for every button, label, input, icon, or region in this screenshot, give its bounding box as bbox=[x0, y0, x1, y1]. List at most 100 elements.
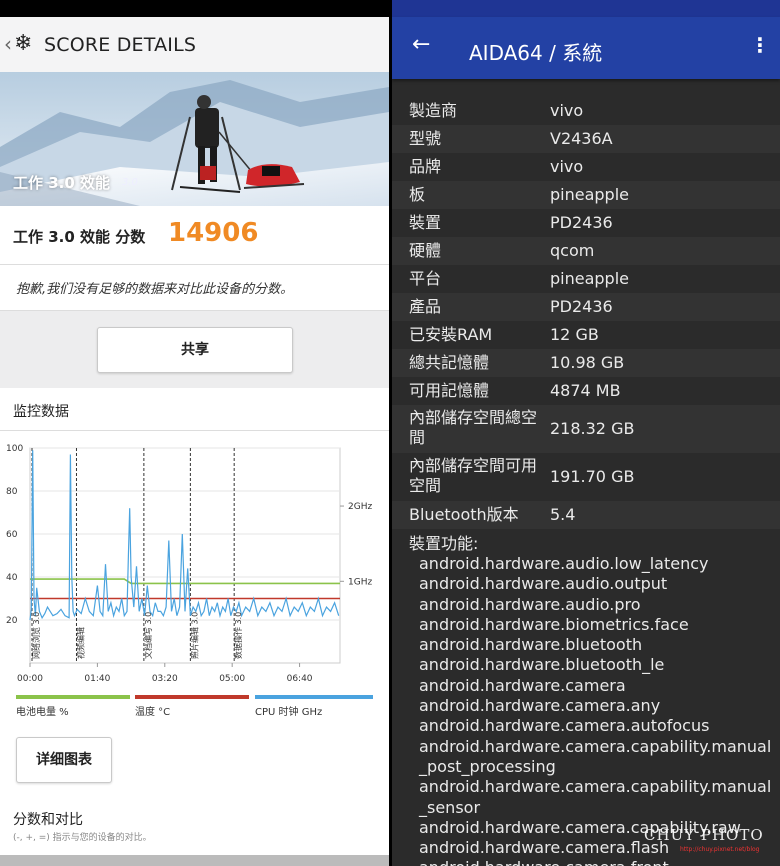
info-value: 5.4 bbox=[550, 505, 576, 524]
section-label: 文档编写 3.0 bbox=[143, 612, 153, 659]
section-label: 视频编辑 bbox=[75, 627, 85, 659]
watermark-url: http://chuy.pixnet.net/blog bbox=[680, 846, 760, 853]
feature-item: android.hardware.camera.any bbox=[419, 696, 661, 716]
info-key: 已安裝RAM bbox=[409, 325, 493, 344]
page-title: SCORE DETAILS bbox=[44, 34, 197, 56]
legend-label: CPU 时钟 GHz bbox=[255, 707, 323, 718]
feature-item: android.hardware.camera.capability.manua… bbox=[419, 777, 772, 817]
y-tick-label: 20 bbox=[6, 616, 18, 626]
x-tick-label: 03:20 bbox=[152, 674, 178, 684]
hero-caption: 工作 3.0 效能 bbox=[13, 174, 111, 192]
info-key: 型號 bbox=[409, 129, 442, 148]
x-tick-label: 01:40 bbox=[84, 674, 110, 684]
info-key: 硬體 bbox=[409, 241, 442, 260]
info-key: 平台 bbox=[409, 269, 442, 288]
info-row: 內部儲存空間總空間 218.32 GB bbox=[392, 405, 780, 453]
info-key: 產品 bbox=[409, 297, 442, 316]
info-value: 12 GB bbox=[550, 325, 599, 344]
info-key: 總共記憶體 bbox=[409, 353, 490, 372]
monitor-card: 监控数据 100 80 60 40 20 2GHz 1GHz 00:00 01:40 03:20 0… bbox=[0, 388, 389, 866]
back-arrow-icon[interactable]: ← bbox=[412, 32, 430, 57]
hero-banner: 工作 3.0 效能 3.0 bbox=[0, 72, 389, 206]
info-value: pineapple bbox=[550, 269, 629, 288]
divider bbox=[0, 430, 389, 431]
info-key: 內部儲存空間總空間 bbox=[409, 408, 538, 447]
info-key: 可用記憶體 bbox=[409, 381, 490, 400]
section-label: 数据操作 3.0 bbox=[233, 612, 243, 659]
info-row: 產品 PD2436 bbox=[392, 293, 780, 321]
feature-item: android.hardware.biometrics.face bbox=[419, 614, 689, 634]
info-value: vivo bbox=[550, 101, 584, 120]
x-tick-label: 05:00 bbox=[219, 674, 245, 684]
compare-subtitle: (-, +, =) 指示与您的设备的对比。 bbox=[13, 833, 152, 843]
score-box: 工作 3.0 效能 分数 14906 bbox=[0, 206, 389, 265]
y-tick-label: 60 bbox=[6, 530, 18, 540]
monitor-chart: 100 80 60 40 20 2GHz 1GHz 00:00 01:40 03:20 05:00 0… bbox=[6, 444, 372, 684]
info-value: V2436A bbox=[550, 129, 613, 148]
feature-item: android.hardware.camera.capability.manua… bbox=[419, 736, 772, 776]
watermark: CHUY PHOTO bbox=[644, 826, 764, 844]
hero-version: 3.0 bbox=[122, 177, 138, 188]
info-value: PD2436 bbox=[550, 297, 613, 316]
info-key: Bluetooth版本 bbox=[409, 505, 519, 524]
info-value: vivo bbox=[550, 157, 584, 176]
info-value: PD2436 bbox=[550, 213, 613, 232]
info-row: 製造商 vivo bbox=[392, 97, 780, 125]
legend-swatch bbox=[16, 695, 130, 699]
features-label: 裝置功能: bbox=[409, 534, 479, 553]
snowflake-logo-icon: ❄ bbox=[14, 31, 33, 56]
info-value: pineapple bbox=[550, 185, 629, 204]
aida64-system-screen: ← AIDA64 / 系統 ⋮ 製造商 vivo 型號 V2436A 品牌 vivo 板 pi… bbox=[392, 0, 780, 866]
info-row: 內部儲存空間可用空間 191.70 GB bbox=[392, 453, 780, 501]
share-button[interactable]: 共享 bbox=[97, 327, 293, 373]
info-value: 218.32 GB bbox=[550, 419, 635, 438]
score-label: 工作 3.0 效能 分数 bbox=[13, 228, 146, 246]
feature-item: android.hardware.camera.autofocus bbox=[419, 716, 710, 736]
info-value: 10.98 GB bbox=[550, 353, 625, 372]
compare-title: 分数和对比 bbox=[13, 812, 83, 828]
comparison-notice: 抱歉,我们没有足够的数据来对比此设备的分数。 bbox=[0, 265, 389, 311]
bottom-strip bbox=[0, 855, 389, 866]
feature-item: android.hardware.bluetooth bbox=[419, 635, 643, 655]
y-tick-label: 100 bbox=[6, 444, 23, 454]
status-bar bbox=[392, 0, 780, 17]
legend-swatch bbox=[135, 695, 249, 699]
y-right-tick-label: 1GHz bbox=[348, 577, 372, 587]
y-right-tick-label: 2GHz bbox=[348, 502, 372, 512]
score-value: 14906 bbox=[168, 218, 259, 248]
status-bar bbox=[0, 0, 389, 17]
info-key: 裝置 bbox=[409, 213, 442, 232]
info-row: 平台 pineapple bbox=[392, 265, 780, 293]
legend-label: 温度 °C bbox=[135, 707, 171, 718]
info-row: 可用記憶體 4874 MB bbox=[392, 377, 780, 405]
monitor-title: 监控数据 bbox=[13, 404, 69, 420]
back-chevron-icon[interactable]: ‹ bbox=[4, 32, 12, 56]
info-key: 製造商 bbox=[409, 101, 458, 120]
info-row: 品牌 vivo bbox=[392, 153, 780, 181]
legend-swatch bbox=[255, 695, 373, 699]
section-label: 照片编辑 3.0 bbox=[189, 612, 199, 659]
info-row: Bluetooth版本 5.4 bbox=[392, 501, 780, 529]
series-line-0 bbox=[30, 578, 340, 585]
info-row: 型號 V2436A bbox=[392, 125, 780, 153]
overflow-menu-icon[interactable]: ⋮ bbox=[750, 33, 770, 57]
x-tick-label: 00:00 bbox=[17, 674, 43, 684]
feature-item: android.hardware.audio.output bbox=[419, 574, 668, 594]
info-value: qcom bbox=[550, 241, 595, 260]
section-label: 网络浏览 3.0 bbox=[31, 612, 41, 659]
features-list: android.hardware.audio.low_latency androi… bbox=[419, 554, 777, 866]
app-bar: ← AIDA64 / 系統 ⋮ bbox=[392, 17, 780, 79]
info-value: 191.70 GB bbox=[550, 467, 635, 486]
info-row: 總共記憶體 10.98 GB bbox=[392, 349, 780, 377]
info-row: 硬體 qcom bbox=[392, 237, 780, 265]
system-info-list: 製造商 vivo 型號 V2436A 品牌 vivo 板 pineapple 裝置 PD2436 硬… bbox=[392, 97, 780, 529]
feature-item: android.hardware.camera.front bbox=[419, 858, 777, 866]
feature-item: android.hardware.bluetooth_le bbox=[419, 655, 665, 675]
x-tick-label: 06:40 bbox=[287, 674, 313, 684]
detailed-chart-button[interactable]: 详细图表 bbox=[16, 737, 112, 783]
y-tick-label: 40 bbox=[6, 573, 18, 583]
legend-label: 电池电量 % bbox=[16, 707, 69, 718]
info-key: 內部儲存空間可用空間 bbox=[409, 456, 538, 495]
info-key: 品牌 bbox=[409, 157, 442, 176]
info-key: 板 bbox=[409, 185, 426, 204]
